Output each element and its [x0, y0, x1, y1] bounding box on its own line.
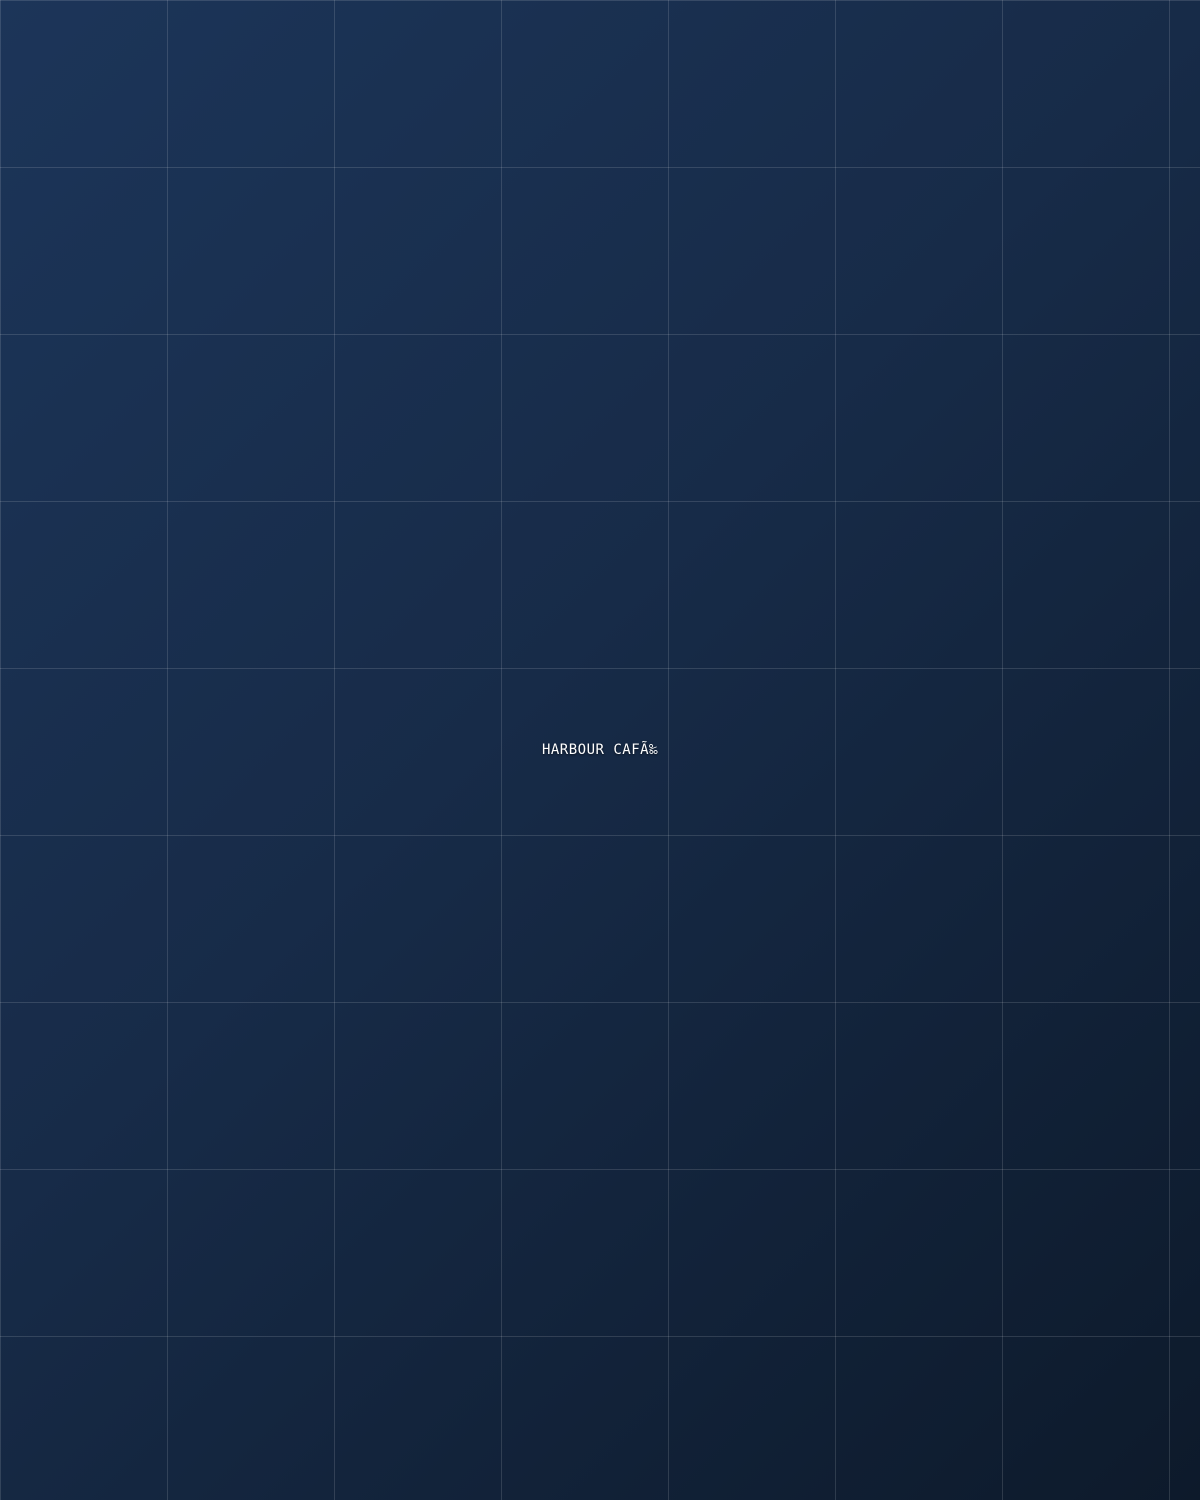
- sign-title: HARBOUR CAFÃ‰: [541, 742, 659, 758]
